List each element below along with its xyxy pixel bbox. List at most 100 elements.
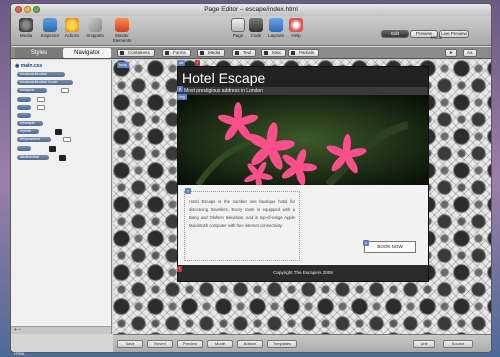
mode-live-preview-button[interactable]: Live Preview (439, 30, 469, 38)
style-item[interactable]: #bottombar (17, 155, 49, 160)
style-item[interactable] (17, 105, 31, 110)
status-button[interactable]: Revert (147, 340, 173, 348)
style-thumbnail (61, 88, 69, 93)
status-button[interactable]: Bottom (237, 340, 263, 348)
help-label: Help (291, 33, 301, 38)
editor-canvas[interactable]: body Hotel Escape Most prestigious addre… (113, 60, 491, 334)
secondary-toolbar: Styles Navigator Containers Forms Media … (11, 47, 491, 59)
tab-navigator[interactable]: Navigator (63, 48, 111, 58)
style-item[interactable]: bodytext (17, 88, 47, 93)
style-item[interactable] (17, 146, 31, 151)
status-button[interactable]: Save (117, 340, 143, 348)
layouts-label: Layouts (268, 33, 284, 38)
site-footer[interactable]: Copyright The Escapers 2009 (178, 265, 428, 281)
status-button[interactable]: Mode (207, 340, 233, 348)
container-element-badge[interactable]: div (177, 60, 186, 66)
master-elements-label: Master Elements (112, 33, 132, 43)
containers-icon (120, 51, 124, 55)
actions-label: Actions (64, 33, 80, 38)
status-button[interactable]: Source (443, 340, 473, 348)
misc-chip-label: Misc (272, 50, 282, 55)
master-elements-button[interactable]: Master Elements (107, 18, 137, 43)
main-toolbar: Media Inspector Actions Snippets Master … (11, 16, 491, 46)
containers-chip[interactable]: Containers (117, 49, 155, 57)
text-element-badge[interactable]: p (185, 188, 191, 194)
style-thumbnail (63, 137, 71, 142)
style-thumbnail (37, 105, 45, 110)
style-item[interactable]: bookmarkbutton (17, 72, 65, 77)
partials-chip-icon (291, 51, 295, 55)
text-chip-icon (235, 51, 239, 55)
sidebar-footer: + − (11, 326, 111, 334)
inspector-label: Inspector (40, 33, 60, 38)
description-text[interactable]: Hotel Escape is the number one boutique … (184, 191, 300, 261)
misc-chip[interactable]: Misc (261, 49, 287, 57)
containers-chip-label: Containers (128, 50, 150, 55)
style-thumbnail (37, 97, 45, 102)
style-item[interactable]: myrow (17, 129, 39, 134)
status-button[interactable]: Unit (413, 340, 435, 348)
app-window: Page Editor – escape/index.html Media In… (10, 3, 492, 353)
text-chip-label: Text (243, 50, 252, 55)
error-badge[interactable]: ! (195, 60, 200, 66)
css-file-root[interactable]: ◉ main.css (15, 63, 42, 69)
title-bar: Page Editor – escape/index.html (11, 4, 491, 16)
book-now-button[interactable]: BOOK NOW (364, 241, 416, 253)
footer-error-badge[interactable]: ! (177, 266, 182, 272)
forms-icon (165, 51, 169, 55)
site-title[interactable]: Hotel Escape (182, 70, 265, 86)
button-element-badge[interactable]: a (363, 240, 369, 246)
tagline-element-badge[interactable]: p (177, 86, 183, 92)
flower-photo (178, 95, 428, 185)
style-swatch (49, 146, 56, 152)
add-style-button[interactable]: + (14, 327, 17, 333)
page-label: Page (232, 33, 244, 38)
style-item[interactable]: bookmarkbutton hover (17, 80, 73, 85)
code-label: Code (250, 33, 262, 38)
media-chip-label: Media (208, 50, 221, 55)
close-window-button[interactable] (15, 6, 22, 13)
content-area[interactable]: Hotel Escape is the number one boutique … (178, 185, 428, 265)
snippets-icon (88, 18, 102, 32)
media-chip-icon (200, 51, 204, 55)
partials-chip-label: Partials (299, 50, 315, 55)
tagline-bar[interactable]: Most prestigious address in London (178, 87, 428, 95)
page-container[interactable]: Hotel Escape Most prestigious address in… (177, 66, 429, 282)
status-button[interactable]: Preview (177, 340, 203, 348)
style-swatch (55, 129, 62, 135)
style-item[interactable] (17, 113, 31, 118)
media-icon (19, 18, 33, 32)
text-chip[interactable]: Text (232, 49, 257, 57)
help-button[interactable]: Help (283, 18, 309, 38)
zoom-window-button[interactable] (33, 6, 40, 13)
inspector-icon (43, 18, 57, 32)
status-button[interactable]: Templates (267, 340, 297, 348)
help-icon (289, 18, 303, 32)
pointer-tool-button[interactable]: ➤ (445, 49, 457, 57)
hero-image[interactable] (178, 95, 428, 185)
remove-style-button[interactable]: − (18, 327, 21, 333)
master-elements-icon (115, 18, 129, 32)
snippets-label: Snippets (86, 33, 104, 38)
font-tool-button[interactable]: Aa (463, 49, 477, 57)
forms-chip-label: Forms (173, 50, 186, 55)
pointer-icon: ➤ (449, 50, 453, 55)
code-icon (249, 18, 263, 32)
style-item[interactable]: #mycontent (17, 137, 51, 142)
mode-edit-button[interactable]: Edit (381, 30, 409, 38)
body-element-badge[interactable]: body (117, 62, 129, 68)
media-label: Media (19, 33, 33, 38)
style-item[interactable]: newstyle (17, 121, 43, 126)
forms-chip[interactable]: Forms (162, 49, 191, 57)
actions-icon (65, 18, 79, 32)
tab-styles[interactable]: Styles (15, 48, 63, 58)
partials-chip[interactable]: Partials (288, 49, 320, 57)
site-tagline[interactable]: Most prestigious address in London (184, 87, 263, 95)
media-button[interactable]: Media (13, 18, 39, 38)
media-chip[interactable]: Media (197, 49, 226, 57)
styles-sidebar: ◉ main.css bookmarkbutton bookmarkbutton… (11, 60, 112, 334)
snippets-button[interactable]: Snippets (82, 18, 108, 38)
minimize-window-button[interactable] (24, 6, 31, 13)
style-item[interactable] (17, 97, 31, 102)
image-element-badge[interactable]: img (177, 94, 187, 100)
